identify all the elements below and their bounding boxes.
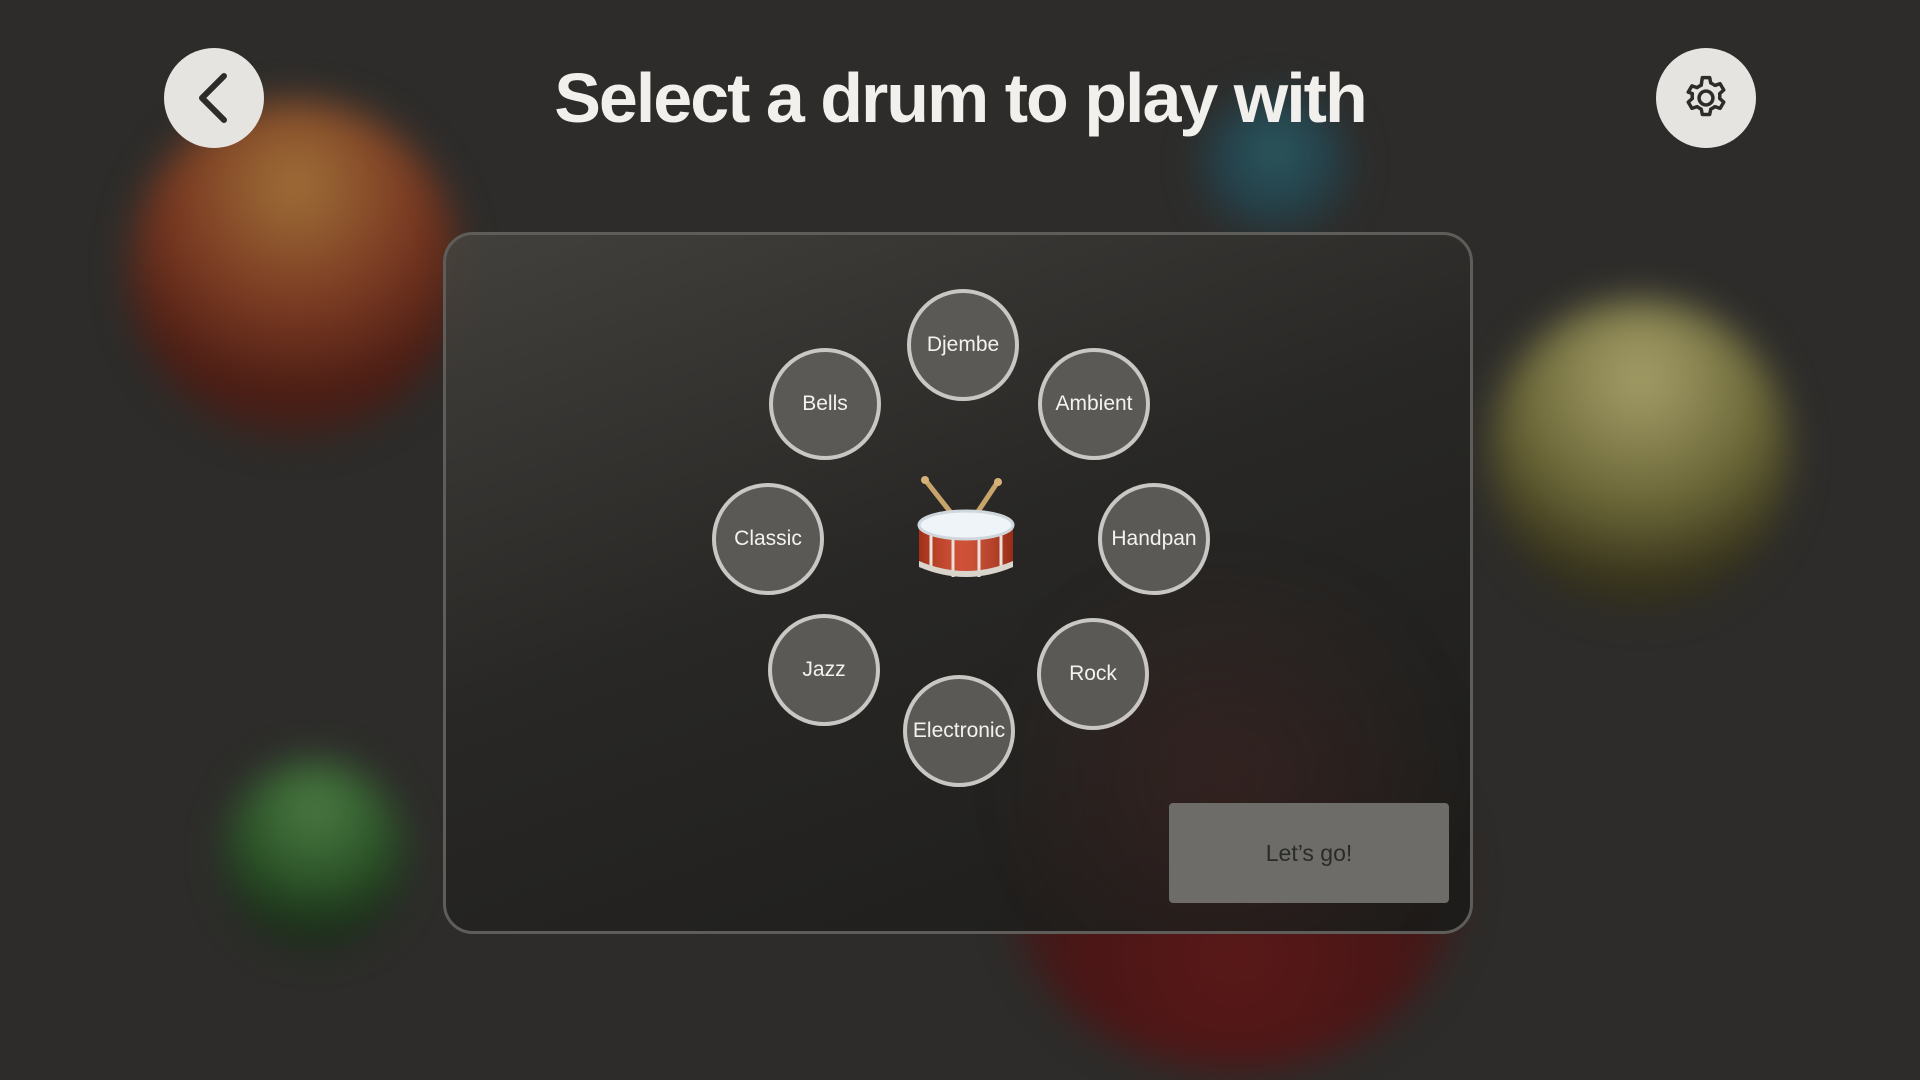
drum-icon <box>917 476 1015 577</box>
app-screen: Select a drum to play with Djembe Ambien… <box>0 0 1920 1080</box>
drum-option-handpan[interactable]: Handpan <box>1098 483 1210 595</box>
settings-button[interactable] <box>1656 48 1756 148</box>
drum-selection-panel: Djembe Ambient Handpan Rock Electronic J… <box>443 232 1473 934</box>
drum-option-bells[interactable]: Bells <box>769 348 881 460</box>
background-orb-green <box>225 760 405 950</box>
drum-option-jazz[interactable]: Jazz <box>768 614 880 726</box>
gear-icon <box>1686 75 1726 117</box>
background-orb-orange <box>130 100 460 440</box>
drum-option-djembe[interactable]: Djembe <box>907 289 1019 401</box>
drum-option-electronic[interactable]: Electronic <box>903 675 1015 787</box>
lets-go-button[interactable]: Let’s go! <box>1169 803 1449 903</box>
page-title: Select a drum to play with <box>554 59 1368 137</box>
drum-option-rock[interactable]: Rock <box>1037 618 1149 730</box>
drum-option-classic[interactable]: Classic <box>712 483 824 595</box>
background-orb-olive <box>1490 300 1790 610</box>
drum-option-ambient[interactable]: Ambient <box>1038 348 1150 460</box>
